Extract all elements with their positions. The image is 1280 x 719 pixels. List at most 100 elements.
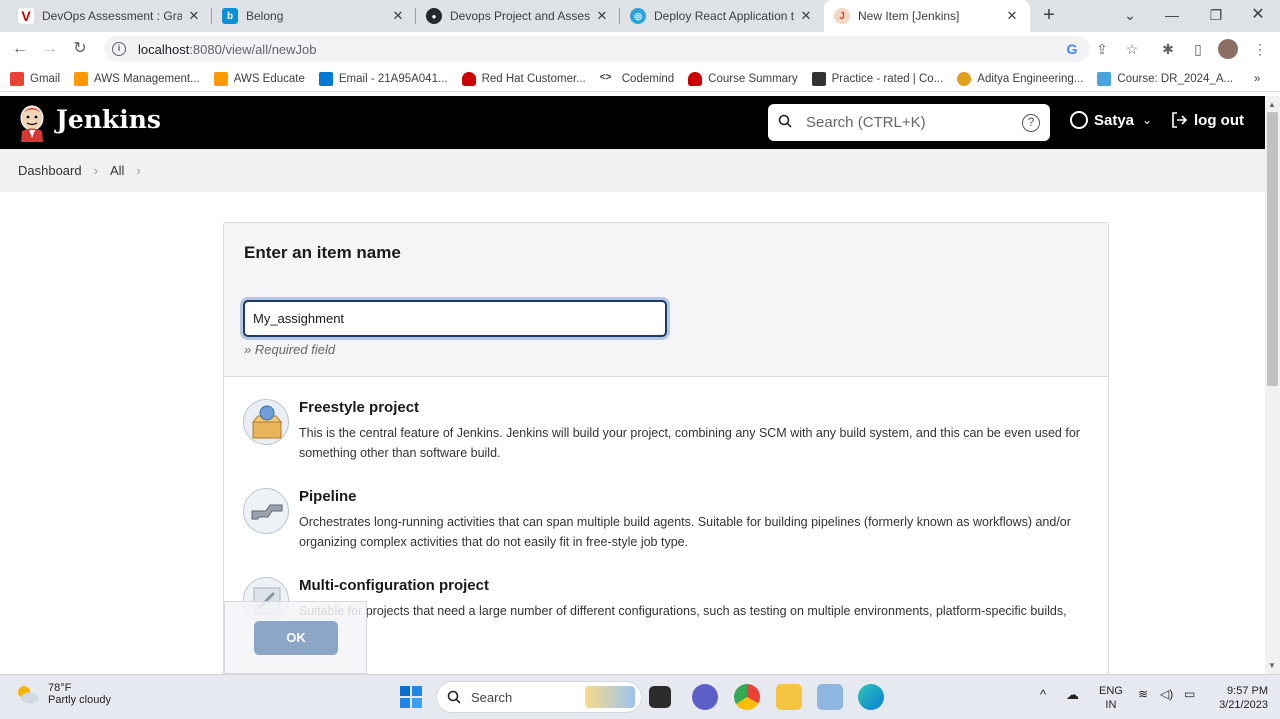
- redhat-icon: [461, 71, 476, 86]
- browser-tab[interactable]: b Belong ✕: [212, 0, 416, 32]
- gmail-icon: [10, 71, 24, 86]
- menu-kebab-icon[interactable]: ⋮: [1250, 39, 1270, 59]
- bookmark[interactable]: AWS Educate: [213, 71, 305, 86]
- clock[interactable]: 9:57 PM 3/21/2023: [1212, 684, 1268, 712]
- tab-title: New Item [Jenkins]: [858, 9, 960, 23]
- chrome-icon[interactable]: [734, 684, 760, 710]
- file-explorer-icon[interactable]: [776, 684, 802, 710]
- logout-icon: [1172, 112, 1188, 128]
- bookmark-star-icon[interactable]: ☆: [1122, 39, 1142, 59]
- jenkins-butler-logo-icon[interactable]: [16, 104, 48, 142]
- battery-icon[interactable]: ▭: [1184, 687, 1195, 701]
- forward-icon[interactable]: →: [38, 37, 62, 61]
- tab-title: Belong: [246, 9, 284, 23]
- course-icon: [1097, 71, 1112, 86]
- windows-start-icon[interactable]: [398, 684, 424, 710]
- reload-icon[interactable]: ↻: [68, 37, 92, 61]
- onedrive-cloud-icon[interactable]: ☁: [1066, 687, 1079, 703]
- weather-widget[interactable]: 78°F Partly cloudy: [14, 682, 111, 706]
- windows-taskbar: 78°F Partly cloudy Search ^ ☁ ENG IN ≋ ◁…: [0, 674, 1280, 719]
- wifi-icon[interactable]: ≋: [1138, 687, 1148, 701]
- minimize-icon[interactable]: —: [1152, 0, 1192, 32]
- close-tab-icon[interactable]: ✕: [390, 8, 406, 24]
- item-name-input[interactable]: [243, 300, 667, 337]
- url-path: :8080/view/all/newJob: [189, 41, 317, 57]
- address-bar[interactable]: i localhost:8080/view/all/newJob: [104, 36, 1090, 62]
- browser-tab[interactable]: ◎ Deploy React Application to ✕: [620, 0, 824, 32]
- task-view-icon[interactable]: [649, 686, 671, 708]
- new-tab-button[interactable]: +: [1038, 4, 1060, 26]
- teams-chat-icon[interactable]: [692, 684, 718, 710]
- freestyle-project-icon: [243, 399, 289, 445]
- user-menu[interactable]: Satya ⌄: [1070, 111, 1152, 129]
- item-name-section: Enter an item name » Required field: [224, 223, 1108, 377]
- browser-tab-active[interactable]: J New Item [Jenkins] ✕: [824, 0, 1030, 32]
- jenkins-header: Jenkins Search (CTRL+K) ? Satya ⌄ log ou…: [0, 96, 1265, 149]
- help-icon[interactable]: ?: [1022, 113, 1040, 132]
- aws-icon: [213, 71, 228, 86]
- close-tab-icon[interactable]: ✕: [1004, 8, 1020, 24]
- scrollbar-thumb[interactable]: [1267, 112, 1278, 386]
- chevron-up-icon[interactable]: ^: [1040, 687, 1046, 702]
- browser-toolbar: ← → ↻ i localhost:8080/view/all/newJob G…: [0, 32, 1280, 66]
- bookmark[interactable]: AWS Management...: [74, 71, 200, 86]
- weather-temp: 78°F: [48, 682, 72, 694]
- taskbar-search[interactable]: Search: [436, 681, 642, 713]
- back-icon[interactable]: ←: [8, 37, 32, 61]
- bookmark[interactable]: <> Codemind: [600, 72, 674, 86]
- search-highlight-icon: [585, 686, 635, 708]
- browser-tab[interactable]: ● Devops Project and Assessme ✕: [416, 0, 620, 32]
- bookmark[interactable]: Course: DR_2024_A...: [1097, 71, 1233, 86]
- restore-icon[interactable]: ❐: [1196, 0, 1236, 32]
- browser-tab-strip: V DevOps Assessment : Graded ✕ b Belong …: [0, 0, 1280, 32]
- browser-tab[interactable]: V DevOps Assessment : Graded ✕: [8, 0, 212, 32]
- language-indicator[interactable]: ENG IN: [1099, 684, 1123, 712]
- bookmark[interactable]: Course Summary: [688, 71, 798, 86]
- search-icon: [778, 114, 798, 132]
- vlearn-favicon-icon: V: [18, 8, 34, 24]
- college-icon: [957, 71, 972, 86]
- jenkins-favicon-icon: J: [834, 8, 850, 24]
- bookmark[interactable]: Practice - rated | Co...: [811, 71, 943, 86]
- bookmark[interactable]: Red Hat Customer...: [461, 71, 586, 86]
- bookmark[interactable]: Email - 21A95A041...: [318, 71, 448, 86]
- google-lens-icon[interactable]: G: [1062, 39, 1082, 59]
- photos-icon[interactable]: [817, 684, 843, 710]
- breadcrumb-dashboard[interactable]: Dashboard: [18, 163, 82, 178]
- page-scrollbar[interactable]: ▲ ▼: [1265, 96, 1280, 674]
- edge-icon[interactable]: [858, 684, 884, 710]
- chevron-down-icon: ⌄: [1142, 113, 1153, 127]
- url-host: localhost: [138, 41, 190, 57]
- chevron-right-icon[interactable]: ›: [136, 163, 140, 178]
- user-avatar-icon: [1070, 111, 1088, 129]
- jenkins-brand[interactable]: Jenkins: [56, 105, 161, 134]
- close-tab-icon[interactable]: ✕: [798, 8, 814, 24]
- partly-cloudy-icon: [18, 686, 39, 704]
- speaker-icon[interactable]: ◁): [1160, 687, 1173, 701]
- search-placeholder: Search (CTRL+K): [806, 114, 926, 131]
- profile-avatar-icon[interactable]: [1218, 39, 1238, 59]
- close-tab-icon[interactable]: ✕: [186, 8, 202, 24]
- site-info-icon[interactable]: i: [112, 42, 126, 56]
- jenkins-search-box[interactable]: Search (CTRL+K) ?: [768, 104, 1050, 141]
- breadcrumb-all[interactable]: All: [110, 163, 124, 178]
- ok-button[interactable]: OK: [254, 621, 338, 655]
- chevron-right-icon[interactable]: ›: [94, 163, 98, 178]
- bookmark[interactable]: Gmail: [10, 71, 60, 86]
- share-icon[interactable]: ⇪: [1092, 39, 1112, 59]
- item-type-name: Pipeline: [299, 488, 357, 505]
- tab-search-chevron-icon[interactable]: ⌄: [1110, 0, 1150, 32]
- tab-title: Deploy React Application to: [654, 9, 794, 23]
- scroll-up-icon[interactable]: ▲: [1268, 100, 1276, 109]
- bookmarks-bar: Gmail AWS Management... AWS Educate Emai…: [0, 66, 1280, 92]
- page-title: Enter an item name: [244, 243, 401, 262]
- logout-link[interactable]: log out: [1170, 111, 1244, 129]
- bookmark[interactable]: Aditya Engineering...: [957, 71, 1083, 86]
- extensions-icon[interactable]: ✱: [1158, 39, 1178, 59]
- tab-title: DevOps Assessment : Graded: [42, 9, 182, 23]
- close-window-icon[interactable]: ✕: [1238, 0, 1278, 32]
- more-bookmarks-icon[interactable]: »: [1254, 73, 1260, 85]
- side-panel-icon[interactable]: ▯: [1188, 39, 1208, 59]
- close-tab-icon[interactable]: ✕: [594, 8, 610, 24]
- scroll-down-icon[interactable]: ▼: [1268, 661, 1276, 670]
